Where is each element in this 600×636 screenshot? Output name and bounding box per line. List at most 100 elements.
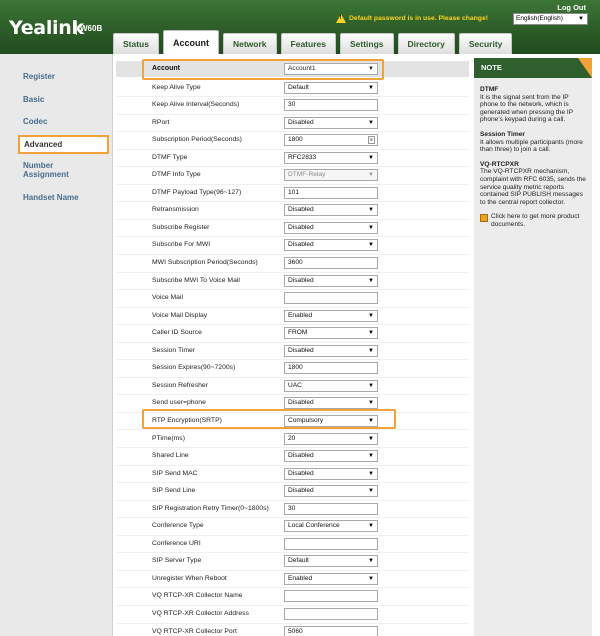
account-select[interactable]: Account1 ▼ [284, 63, 378, 75]
sidebar-item-codec[interactable]: Codec [23, 117, 47, 126]
setting-select[interactable]: Disabled ▼ [284, 450, 378, 463]
setting-select: DTMF-Relay ▼ [284, 169, 378, 182]
chevron-down-icon: ▼ [368, 470, 374, 477]
setting-input[interactable]: 1800 ≡ [284, 134, 378, 147]
setting-row: DTMF Payload Type(96~127) 101 [116, 185, 469, 203]
setting-select[interactable]: Disabled ▼ [284, 274, 378, 287]
setting-row: SIP Send MAC Disabled ▼ [116, 466, 469, 484]
setting-row: Caller ID Source FROM ▼ [116, 325, 469, 343]
sidebar-item-advanced[interactable]: Advanced [18, 135, 109, 154]
setting-select[interactable]: Enabled ▼ [284, 309, 378, 322]
note-heading: Session Timer [480, 130, 525, 138]
setting-value: RFC2833 [288, 153, 317, 161]
sidebar-item-basic[interactable]: Basic [23, 95, 44, 104]
tab-status[interactable]: Status [113, 33, 159, 54]
setting-row: Session Timer Disabled ▼ [116, 343, 469, 361]
setting-row: Retransmission Disabled ▼ [116, 202, 469, 220]
setting-label: Unregister When Reboot [152, 574, 227, 582]
chevron-down-icon: ▼ [368, 347, 374, 354]
setting-select[interactable]: Enabled ▼ [284, 572, 378, 585]
chevron-down-icon: ▼ [368, 277, 374, 284]
setting-label: MWI Subscription Period(Seconds) [152, 259, 258, 266]
setting-select[interactable]: Disabled ▼ [284, 116, 378, 129]
setting-select[interactable]: UAC ▼ [284, 379, 378, 392]
tab-features[interactable]: Features [280, 33, 336, 54]
setting-row: SIP Server Type Default ▼ [116, 553, 469, 571]
setting-row: VQ RTCP-XR Collector Address [116, 606, 469, 624]
sidebar-item-number-assignment[interactable]: Number Assignment [23, 161, 83, 179]
setting-label: VQ RTCP-XR Collector Address [152, 610, 249, 617]
setting-row: SIP Registration Retry Timer(0~1800s) 30 [116, 501, 469, 519]
sidebar-item-register[interactable]: Register [23, 72, 55, 81]
setting-label: Voice Mail [152, 294, 183, 302]
setting-input[interactable] [284, 608, 378, 620]
setting-select[interactable]: 20 ▼ [284, 432, 378, 445]
setting-select[interactable]: Disabled ▼ [284, 485, 378, 498]
setting-select[interactable]: Disabled ▼ [284, 467, 378, 480]
setting-select[interactable]: Disabled ▼ [284, 204, 378, 217]
setting-label: Subscription Period(Seconds) [152, 136, 242, 144]
setting-label: SIP Registration Retry Timer(0~1800s) [152, 504, 269, 512]
note-vq-rtcpxr: VQ-RTCPXR The VQ-RTCPXR mechanism, compl… [480, 161, 588, 207]
setting-value: Disabled [288, 276, 314, 284]
setting-input[interactable] [284, 537, 378, 550]
tab-security[interactable]: Security [458, 33, 513, 54]
note-text: It allows multiple participants (more th… [480, 138, 583, 154]
setting-select[interactable]: RFC2833 ▼ [284, 151, 378, 164]
warning-text: Default password is in use. Please chang… [349, 15, 489, 22]
chevron-down-icon: ▼ [368, 523, 374, 530]
setting-value: FROM [288, 329, 308, 337]
setting-select[interactable]: Disabled ▼ [284, 397, 378, 410]
setting-row: Subscription Period(Seconds) 1800 ≡ [116, 132, 469, 150]
chevron-down-icon: ▼ [368, 224, 374, 231]
setting-value: Disabled [288, 223, 314, 231]
tab-account[interactable]: Account [162, 30, 219, 54]
logout-link[interactable]: Log Out [557, 3, 586, 12]
setting-label: Subscribe For MWI [152, 241, 211, 249]
setting-select[interactable]: Default ▼ [284, 81, 378, 94]
setting-select[interactable]: Disabled ▼ [284, 344, 378, 357]
chevron-down-icon: ▼ [368, 119, 374, 126]
setting-input[interactable]: 3600 [284, 257, 378, 269]
tab-network[interactable]: Network [222, 33, 277, 54]
setting-input[interactable]: 30 [284, 99, 378, 112]
documents-link[interactable]: Click here to get more product documents… [480, 213, 588, 228]
setting-value: Disabled [288, 452, 314, 460]
setting-label: DTMF Type [152, 153, 188, 161]
sidebar-item-handset-name[interactable]: Handset Name [23, 193, 79, 202]
setting-select[interactable]: Disabled ▼ [284, 221, 378, 234]
setting-label: SIP Server Type [152, 557, 202, 565]
setting-label: Session Refresher [152, 381, 208, 389]
spinner-icon[interactable]: ≡ [368, 136, 375, 145]
setting-select[interactable]: Default ▼ [284, 555, 378, 568]
setting-row: RTP Encryption(SRTP) Compulsory ▼ [116, 413, 469, 431]
chevron-down-icon: ▼ [368, 242, 374, 249]
setting-label: Caller ID Source [152, 329, 202, 337]
tab-directory[interactable]: Directory [397, 33, 455, 54]
setting-select[interactable]: Local Conference ▼ [284, 520, 378, 533]
setting-input[interactable]: 101 [284, 186, 378, 199]
setting-label: Keep Alive Type [152, 83, 201, 91]
documents-link-text: Click here to get more product documents… [491, 213, 580, 228]
setting-value: Default [288, 83, 309, 91]
setting-input[interactable]: 30 [284, 502, 378, 515]
setting-select[interactable]: Compulsory ▼ [284, 414, 378, 427]
setting-input[interactable]: 5060 [284, 625, 378, 636]
note-body: DTMF It is the signal sent from the IP p… [480, 86, 588, 229]
book-icon [480, 214, 488, 223]
language-select[interactable]: English(English) ▼ [513, 13, 588, 25]
setting-select[interactable]: Disabled ▼ [284, 239, 378, 252]
setting-row: Shared Line Disabled ▼ [116, 448, 469, 466]
setting-row: Subscribe For MWI Disabled ▼ [116, 237, 469, 255]
setting-input[interactable] [284, 590, 378, 603]
header-bar: Yealink W60B Log Out Default password is… [0, 0, 600, 54]
setting-label: Conference URI [152, 539, 201, 547]
tab-settings[interactable]: Settings [339, 33, 394, 54]
setting-input[interactable]: 1800 [284, 362, 378, 375]
chevron-down-icon: ▼ [368, 558, 374, 565]
setting-select[interactable]: FROM ▼ [284, 327, 378, 340]
language-value: English(English) [516, 15, 563, 22]
setting-row: DTMF Info Type DTMF-Relay ▼ [116, 167, 469, 185]
chevron-down-icon: ▼ [368, 66, 374, 72]
setting-input[interactable] [284, 292, 378, 305]
